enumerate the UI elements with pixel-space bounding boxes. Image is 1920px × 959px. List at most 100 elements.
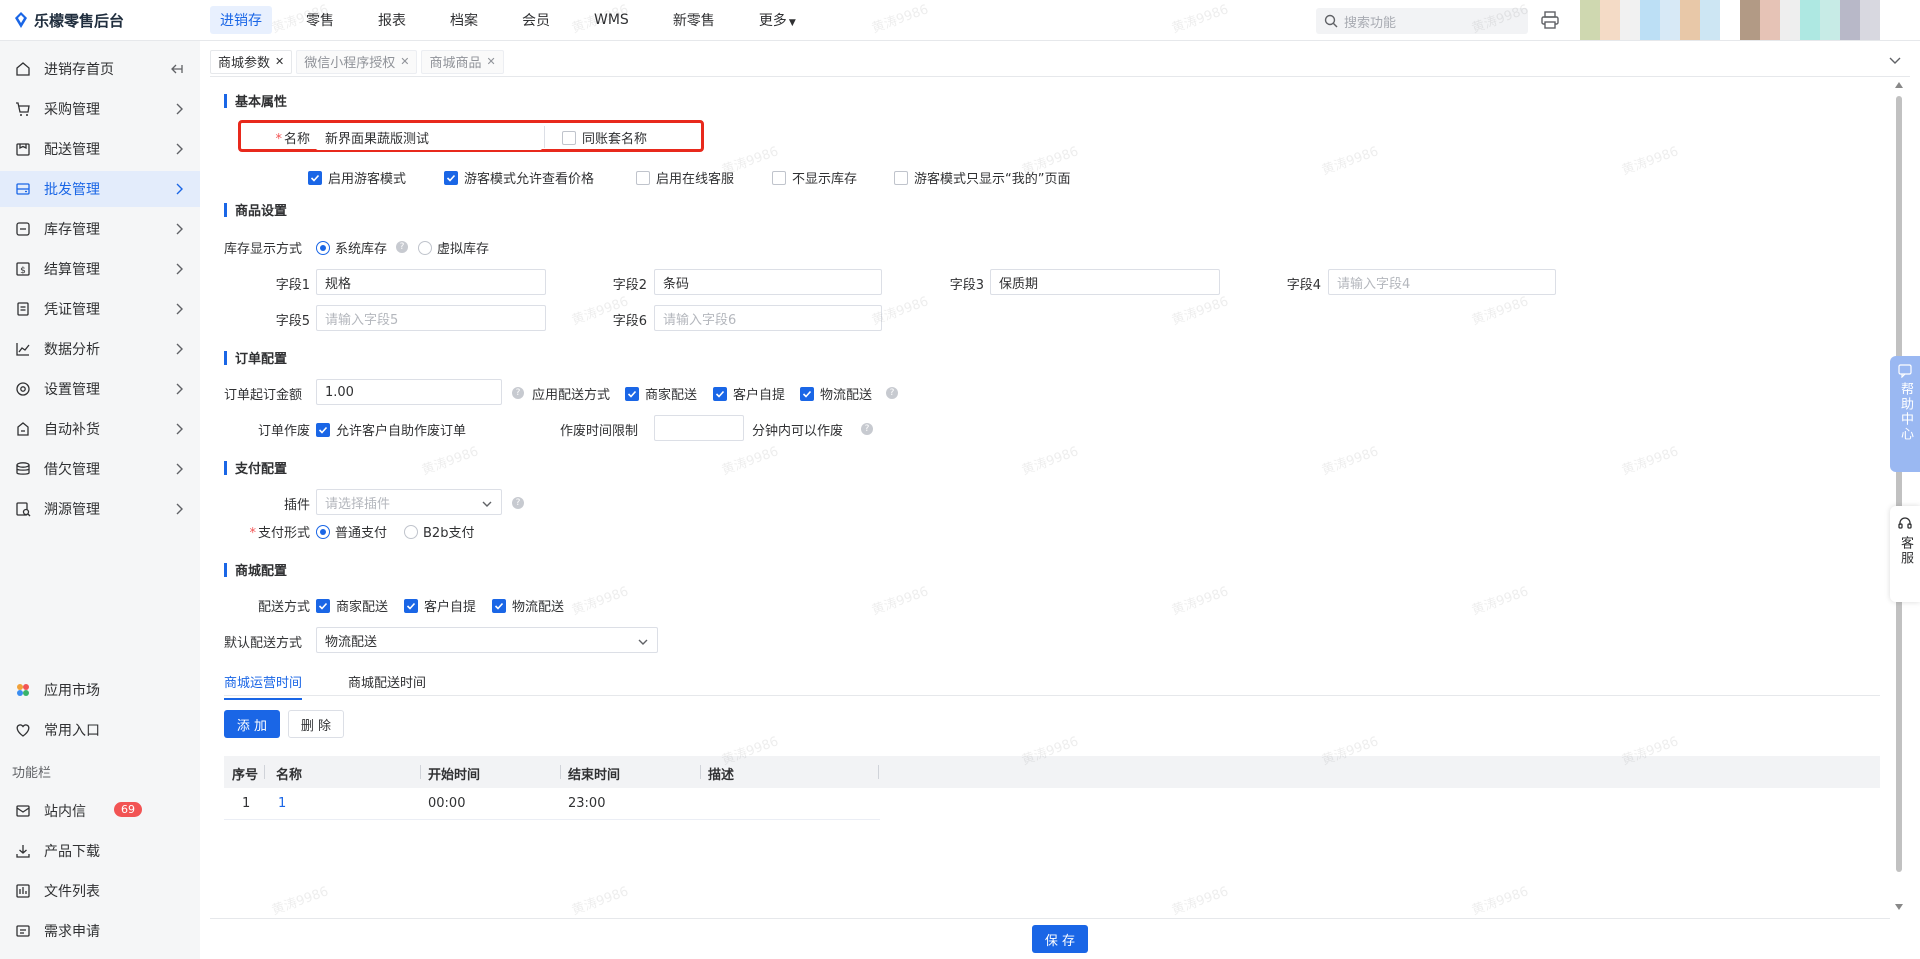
search-input[interactable]: 搜索功能 [1316, 8, 1528, 34]
field6-input[interactable]: 请输入字段6 [654, 305, 882, 331]
field5-label: 字段5 [275, 314, 310, 329]
field6-label: 字段6 [612, 314, 647, 329]
nav-item-jinxiaocun[interactable]: 进销存 [210, 6, 272, 34]
delete-button[interactable]: 删 除 [288, 710, 344, 738]
virtual-stock-radio[interactable]: 虚拟库存 [418, 238, 489, 257]
nav-item-members[interactable]: 会员 [512, 6, 560, 34]
sidebar-item-messages[interactable]: 站内信 69 [0, 793, 200, 829]
sidebar-item-replenish[interactable]: 自动补货 [0, 411, 200, 447]
hide-stock-checkbox[interactable]: 不显示库存 [772, 168, 857, 187]
close-icon[interactable]: ✕ [400, 55, 409, 68]
scroll-thumb[interactable] [1896, 96, 1902, 872]
sidebar-item-trace[interactable]: 溯源管理 [0, 491, 200, 527]
checkbox-label: 不显示库存 [792, 172, 858, 187]
sidebar-item-inventory[interactable]: 库存管理 [0, 211, 200, 247]
b2b-payment-radio[interactable]: B2b支付 [404, 522, 474, 541]
sidebar-item-label: 文件列表 [44, 884, 100, 900]
guest-view-price-checkbox[interactable]: 游客模式允许查看价格 [444, 168, 594, 187]
default-delivery-select[interactable]: 物流配送 [316, 627, 658, 653]
name-input[interactable]: 新界面果蔬版测试 [316, 124, 542, 150]
mall-self-pickup-checkbox[interactable]: 客户自提 [404, 596, 476, 615]
sidebar-item-favorites[interactable]: 常用入口 [0, 712, 200, 748]
sidebar-item-requests[interactable]: 需求申请 [0, 913, 200, 949]
save-button[interactable]: 保 存 [1032, 925, 1088, 953]
help-icon[interactable]: ? [886, 387, 898, 399]
sidebar-item-settings[interactable]: 设置管理 [0, 371, 200, 407]
heart-icon [14, 721, 32, 739]
svg-text:$: $ [20, 266, 26, 276]
help-center-button[interactable]: 帮助中心 [1890, 356, 1920, 472]
tab-mall-goods[interactable]: 商城商品 ✕ [421, 49, 504, 74]
field4-input[interactable]: 请输入字段4 [1328, 269, 1556, 295]
check-icon [316, 422, 330, 437]
help-icon[interactable]: ? [512, 387, 524, 399]
normal-payment-radio[interactable]: 普通支付 [316, 522, 387, 541]
same-account-name-checkbox[interactable]: 同账套名称 [562, 128, 647, 147]
scroll-up-icon[interactable] [1895, 82, 1903, 88]
scroll-down-icon[interactable] [1895, 904, 1903, 910]
tab-label: 微信小程序授权 [304, 56, 396, 71]
tab-wechat-auth[interactable]: 微信小程序授权 ✕ [296, 49, 418, 74]
sidebar-item-settlement[interactable]: $ 结算管理 [0, 251, 200, 287]
nav-item-retail[interactable]: 零售 [296, 6, 344, 34]
help-icon[interactable]: ? [861, 423, 873, 435]
order-merchant-delivery-checkbox[interactable]: 商家配送 [625, 384, 697, 403]
collapse-sidebar-icon[interactable] [170, 62, 184, 76]
row-name-link[interactable]: 1 [278, 796, 286, 811]
tab-mall-params[interactable]: 商城参数 ✕ [210, 49, 293, 74]
nav-item-more[interactable]: 更多 ▼ [749, 6, 806, 34]
field4-label: 字段4 [1286, 278, 1321, 293]
help-icon[interactable]: ? [512, 497, 524, 509]
nav-item-wms[interactable]: WMS [584, 8, 639, 32]
mall-merchant-delivery-checkbox[interactable]: 商家配送 [316, 596, 388, 615]
cancel-limit-input[interactable] [654, 415, 744, 441]
vertical-scrollbar[interactable] [1894, 78, 1904, 914]
guest-only-mine-checkbox[interactable]: 游客模式只显示“我的”页面 [894, 168, 1070, 187]
min-amount-input[interactable]: 1.00 [316, 379, 502, 405]
customer-service-button[interactable]: 客服 [1890, 506, 1920, 602]
system-stock-radio[interactable]: 系统库存 [316, 238, 387, 257]
chevron-down-icon[interactable] [1888, 53, 1902, 67]
sidebar-item-voucher[interactable]: 凭证管理 [0, 291, 200, 327]
plugin-select[interactable]: 请选择插件 [316, 489, 502, 515]
table-row[interactable]: 1 1 00:00 23:00 [224, 788, 880, 820]
sidebar-item-downloads[interactable]: 产品下载 [0, 833, 200, 869]
nav-item-new-retail[interactable]: 新零售 [663, 6, 725, 34]
help-center-label: 帮助中心 [1898, 382, 1913, 442]
help-icon[interactable]: ? [396, 241, 408, 253]
order-logistics-checkbox[interactable]: 物流配送 [800, 384, 872, 403]
nav-item-archives[interactable]: 档案 [440, 6, 488, 34]
online-service-checkbox[interactable]: 启用在线客服 [636, 168, 734, 187]
sidebar-item-delivery[interactable]: 配送管理 [0, 131, 200, 167]
close-icon[interactable]: ✕ [275, 55, 284, 68]
user-avatar-area[interactable] [1580, 0, 1920, 40]
order-self-pickup-checkbox[interactable]: 客户自提 [713, 384, 785, 403]
field1-input[interactable]: 规格 [316, 269, 546, 295]
sidebar-item-purchase[interactable]: 采购管理 [0, 91, 200, 127]
sidebar-item-app-market[interactable]: 应用市场 [0, 672, 200, 708]
app-logo[interactable]: 乐檬零售后台 [0, 10, 210, 31]
section-order: 订单配置 [224, 348, 287, 367]
mall-logistics-checkbox[interactable]: 物流配送 [492, 596, 564, 615]
app-market-icon [14, 681, 32, 699]
guest-mode-checkbox[interactable]: 启用游客模式 [308, 168, 406, 187]
nav-item-reports[interactable]: 报表 [368, 6, 416, 34]
add-button[interactable]: 添 加 [224, 710, 280, 738]
sidebar-item-analytics[interactable]: 数据分析 [0, 331, 200, 367]
close-icon[interactable]: ✕ [486, 55, 495, 68]
printer-icon[interactable] [1540, 11, 1560, 29]
chevron-right-icon [176, 423, 183, 435]
field5-input[interactable]: 请输入字段5 [316, 305, 546, 331]
sidebar-item-debt[interactable]: 借欠管理 [0, 451, 200, 487]
field2-input[interactable]: 条码 [654, 269, 882, 295]
sidebar-item-wholesale[interactable]: 批发管理 [0, 171, 200, 207]
sidebar-item-label: 批发管理 [44, 182, 100, 198]
tab-mall-operating-time[interactable]: 商城运营时间 [224, 672, 303, 700]
stock-display-label: 库存显示方式 [224, 242, 303, 257]
sidebar-item-files[interactable]: 文件列表 [0, 873, 200, 909]
allow-self-cancel-checkbox[interactable]: 允许客户自助作废订单 [316, 420, 466, 439]
field3-input[interactable]: 保质期 [990, 269, 1220, 295]
sidebar-item-home[interactable]: 进销存首页 [0, 51, 200, 87]
tab-mall-delivery-time[interactable]: 商城配送时间 [348, 672, 426, 691]
check-icon [492, 598, 506, 613]
